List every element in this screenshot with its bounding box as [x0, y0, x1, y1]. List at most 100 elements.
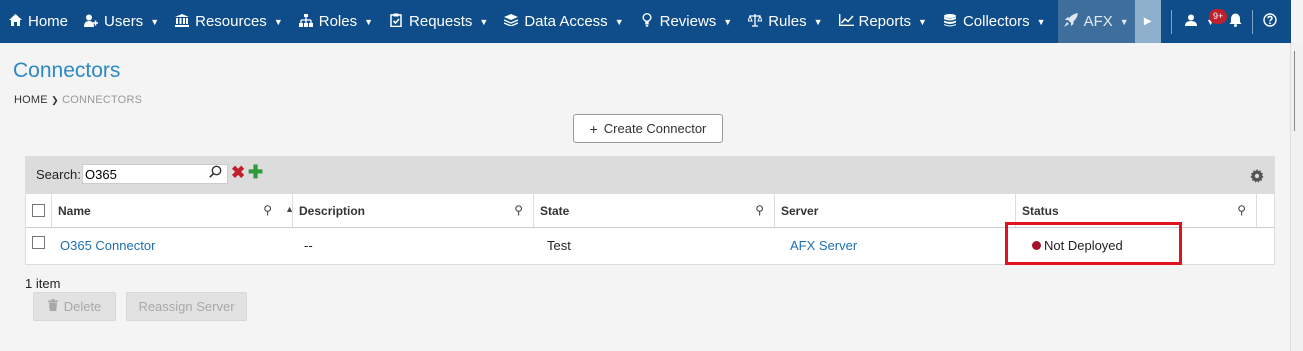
- top-navbar: Home Users ▼ Resources ▼ Roles ▼ Request…: [0, 0, 1291, 43]
- nav-divider: [1252, 9, 1253, 34]
- item-count: 1 item: [25, 276, 61, 291]
- chevron-right-icon: ▶: [1143, 16, 1152, 27]
- column-description-label: Description: [299, 203, 366, 218]
- nav-reviews[interactable]: Reviews ▼: [632, 0, 741, 43]
- nav-reviews-label: Reviews: [659, 13, 717, 30]
- nav-rules-label: Rules: [768, 13, 807, 30]
- add-filter-icon[interactable]: ✚: [248, 162, 263, 183]
- user-icon: [1184, 14, 1198, 29]
- column-server-label: Server: [781, 203, 819, 218]
- nav-resources-label: Resources: [195, 13, 267, 30]
- filter-search-icon[interactable]: ⚲: [1237, 203, 1246, 217]
- column-header-state[interactable]: State ⚲: [533, 194, 774, 227]
- bank-icon: [175, 13, 190, 30]
- nav-reports[interactable]: Reports ▼: [831, 0, 935, 43]
- grid-toolbar: Search: ✖ ✚: [26, 157, 1274, 194]
- nav-afx[interactable]: AFX ▼: [1057, 0, 1135, 43]
- nav-users-label: Users: [104, 13, 144, 30]
- chevron-down-icon: ▼: [813, 16, 823, 27]
- nav-resources[interactable]: Resources ▼: [167, 0, 291, 43]
- nav-right-group: ▼ 9+: [1163, 0, 1291, 43]
- delete-label: Delete: [63, 299, 102, 314]
- notification-badge: 9+: [1209, 9, 1228, 24]
- column-name-label: Name: [58, 203, 91, 218]
- clipboard-check-icon: [389, 13, 403, 30]
- column-status-label: Status: [1022, 203, 1059, 218]
- nav-home[interactable]: Home: [0, 0, 76, 43]
- chevron-down-icon: ▼: [273, 16, 283, 27]
- nav-afx-label: AFX: [1083, 13, 1113, 30]
- nav-scroll-right[interactable]: ▶: [1134, 0, 1161, 43]
- nav-roles[interactable]: Roles ▼: [291, 0, 381, 43]
- chevron-down-icon: ▼: [918, 16, 927, 27]
- breadcrumb: HOME ❯ CONNECTORS: [14, 94, 142, 106]
- column-spacer: [1256, 194, 1274, 227]
- chevron-down-icon: ▼: [614, 16, 624, 27]
- row-select-cell: [26, 228, 51, 262]
- breadcrumb-separator-icon: ❯: [51, 95, 59, 105]
- users-icon: [84, 14, 99, 30]
- select-all-checkbox[interactable]: [32, 204, 45, 217]
- chevron-down-icon: ▼: [1036, 16, 1046, 27]
- server-link[interactable]: AFX Server: [790, 238, 857, 253]
- nav-collectors-label: Collectors: [962, 13, 1030, 30]
- nav-rules[interactable]: Rules ▼: [740, 0, 830, 43]
- row-checkbox[interactable]: [32, 236, 45, 249]
- database-icon: [943, 13, 957, 30]
- create-connector-button[interactable]: + Create Connector: [573, 114, 723, 143]
- create-connector-label: Create Connector: [603, 121, 707, 136]
- search-input[interactable]: [82, 164, 228, 184]
- cell-name: O365 Connector: [54, 228, 295, 262]
- help-icon: [1263, 12, 1277, 31]
- nav-requests-label: Requests: [409, 13, 473, 30]
- cell-description: --: [304, 237, 313, 253]
- page-scrollbar[interactable]: [1290, 43, 1303, 351]
- nav-data-access-label: Data Access: [524, 13, 608, 30]
- column-header-description[interactable]: Description ⚲: [292, 194, 533, 227]
- reassign-server-button[interactable]: Reassign Server: [126, 292, 247, 321]
- nav-home-label: Home: [28, 13, 69, 30]
- page-title: Connectors: [13, 59, 121, 82]
- chevron-down-icon: ▼: [364, 16, 374, 27]
- reassign-server-label: Reassign Server: [138, 299, 235, 314]
- delete-button[interactable]: Delete: [33, 292, 116, 321]
- chart-icon: [838, 14, 854, 29]
- cell-server: AFX Server: [784, 228, 1025, 262]
- cell-state: Test: [547, 237, 571, 253]
- nav-collectors[interactable]: Collectors ▼: [935, 0, 1054, 43]
- chevron-down-icon: ▼: [479, 16, 489, 27]
- lightbulb-icon: [640, 13, 654, 30]
- breadcrumb-current: CONNECTORS: [62, 94, 143, 106]
- nav-data-access[interactable]: Data Access ▼: [496, 0, 631, 43]
- trash-icon: [47, 299, 58, 314]
- nav-roles-label: Roles: [318, 13, 358, 30]
- nav-reports-label: Reports: [858, 13, 912, 30]
- chevron-down-icon: ▼: [723, 16, 733, 27]
- column-header-server[interactable]: Server: [774, 194, 1015, 227]
- plus-icon: +: [589, 120, 598, 137]
- column-state-label: State: [540, 203, 570, 218]
- bell-icon: [1229, 13, 1242, 31]
- filter-search-icon[interactable]: ⚲: [263, 203, 272, 217]
- status-highlight-box: [1005, 222, 1182, 265]
- nav-users[interactable]: Users ▼: [76, 0, 167, 43]
- breadcrumb-home[interactable]: HOME: [14, 94, 48, 106]
- filter-search-icon[interactable]: ⚲: [514, 203, 523, 217]
- nav-requests[interactable]: Requests ▼: [381, 0, 496, 43]
- search-icon[interactable]: [209, 165, 222, 181]
- scale-icon: [747, 13, 763, 30]
- filter-search-icon[interactable]: ⚲: [755, 203, 764, 217]
- notifications[interactable]: 9+: [1209, 0, 1250, 43]
- connector-name-link[interactable]: O365 Connector: [60, 238, 155, 253]
- select-all-cell: [26, 194, 51, 227]
- clear-search-icon[interactable]: ✖: [231, 163, 245, 183]
- rocket-icon: [1063, 13, 1078, 30]
- help-button[interactable]: [1259, 0, 1291, 43]
- sitemap-icon: [298, 13, 313, 30]
- home-icon: [8, 14, 22, 29]
- search-label: Search:: [36, 167, 81, 182]
- column-header-name[interactable]: Name ⚲ ▲: [51, 194, 294, 227]
- chevron-down-icon: ▼: [1119, 16, 1129, 27]
- nav-divider: [1171, 9, 1173, 34]
- gear-icon[interactable]: [1250, 169, 1264, 186]
